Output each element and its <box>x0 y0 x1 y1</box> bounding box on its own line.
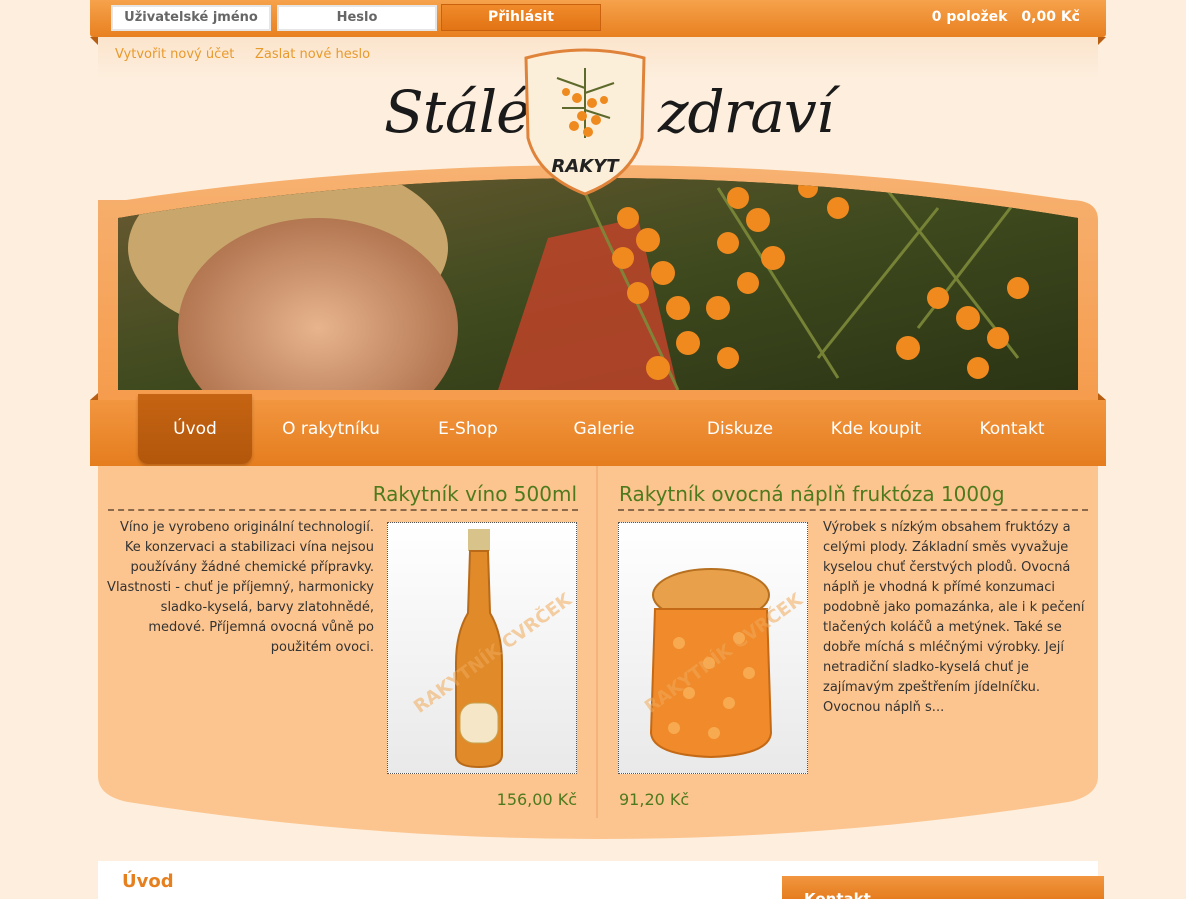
product-image-wine[interactable]: RAKYTNÍK CVRČEK <box>387 522 577 774</box>
product-title[interactable]: Rakytník víno 500ml <box>373 482 577 506</box>
title-underline <box>618 509 1088 511</box>
create-account-link[interactable]: Vytvořit nový účet <box>115 47 234 62</box>
main-navigation: Úvod O rakytníku E-Shop Galerie Diskuze … <box>90 394 1106 466</box>
nav-item-uvod[interactable]: Úvod <box>138 394 252 464</box>
sidebar-contact-box: Kontakt <box>782 876 1104 899</box>
nav-item-o-rakytniku[interactable]: O rakytníku <box>268 400 394 464</box>
reset-password-link[interactable]: Zaslat nové heslo <box>255 47 370 62</box>
product-divider <box>596 466 598 818</box>
nav-item-kontakt[interactable]: Kontakt <box>962 400 1062 464</box>
featured-products: Rakytník víno 500ml Víno je vyrobeno ori… <box>98 466 1098 846</box>
section-title: Úvod <box>122 871 174 892</box>
nav-item-kde-koupit[interactable]: Kde koupit <box>816 400 936 464</box>
logo-text-right: zdraví <box>658 78 834 146</box>
product-description: Výrobek s nízkým obsahem fruktózy a celý… <box>823 520 1085 715</box>
logo-text-left: Stálé <box>384 78 530 146</box>
hero-banner-image <box>118 178 1078 390</box>
cart-total: 0,00 Kč <box>1021 9 1080 25</box>
rakyt-logo-badge: RAKYT <box>522 48 648 198</box>
nav-item-galerie[interactable]: Galerie <box>554 400 654 464</box>
username-input[interactable]: Uživatelské jméno <box>111 5 271 31</box>
page-wrapper: Uživatelské jméno Heslo Přihlásit 0 polo… <box>90 0 1106 899</box>
product-price: 91,20 Kč <box>619 790 690 809</box>
login-button[interactable]: Přihlásit <box>441 4 601 31</box>
product-image-jar[interactable]: RAKYTNÍK CVRČEK <box>618 522 808 774</box>
cart-summary[interactable]: 0 položek 0,00 Kč <box>932 9 1080 25</box>
nav-item-diskuze[interactable]: Diskuze <box>690 400 790 464</box>
login-bar: Uživatelské jméno Heslo Přihlásit 0 polo… <box>90 0 1106 37</box>
cart-item-count: 0 položek <box>931 9 1008 25</box>
title-underline <box>108 509 578 511</box>
product-title[interactable]: Rakytník ovocná náplň fruktóza 1000g <box>619 482 1005 506</box>
logo-badge-text: RAKYT <box>551 156 620 177</box>
product-price: 156,00 Kč <box>496 790 577 809</box>
sidebar-box-title: Kontakt <box>804 890 871 899</box>
password-input[interactable]: Heslo <box>277 5 437 31</box>
nav-item-eshop[interactable]: E-Shop <box>418 400 518 464</box>
product-description: Víno je vyrobeno originální technologií.… <box>107 520 374 655</box>
